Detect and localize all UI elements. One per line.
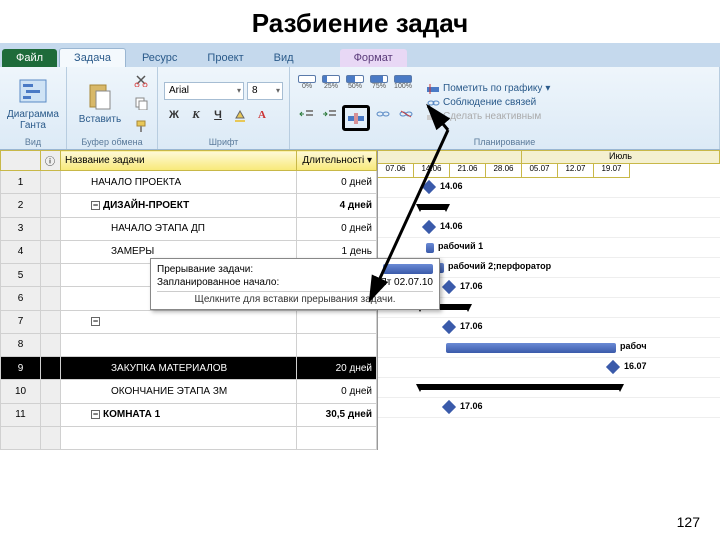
pct-75[interactable]: 75% bbox=[368, 75, 390, 97]
milestone[interactable] bbox=[442, 400, 456, 414]
pct-50[interactable]: 50% bbox=[344, 75, 366, 97]
ribbon-body: Диаграмма Ганта Вид Вставить Буфер bbox=[0, 67, 720, 149]
gantt-row[interactable]: рабоч bbox=[378, 338, 720, 358]
day-col: 14.06 bbox=[414, 164, 450, 178]
pct-0[interactable]: 0% bbox=[296, 75, 318, 97]
milestone[interactable] bbox=[422, 180, 436, 194]
task-row[interactable]: 9ЗАКУПКА МАТЕРИАЛОВ20 дней bbox=[1, 357, 377, 380]
mark-on-track-button[interactable]: Пометить по графику ▾ bbox=[426, 83, 550, 95]
col-duration[interactable]: Длительності ▾ bbox=[297, 151, 377, 171]
gantt-row[interactable]: рабочий 1 bbox=[378, 238, 720, 258]
summary-bar[interactable] bbox=[420, 384, 620, 390]
gantt-row[interactable]: 14.06 bbox=[378, 218, 720, 238]
tab-task[interactable]: Задача bbox=[59, 48, 126, 67]
font-color-button[interactable]: A bbox=[252, 106, 272, 124]
task-row[interactable]: 7− bbox=[1, 310, 377, 333]
pct-100[interactable]: 100% bbox=[392, 75, 414, 97]
milestone[interactable] bbox=[442, 320, 456, 334]
gantt-chart-button[interactable]: Диаграмма Ганта bbox=[6, 75, 60, 131]
bold-button[interactable]: Ж bbox=[164, 106, 184, 124]
gantt-icon bbox=[17, 75, 49, 107]
gantt-row[interactable] bbox=[378, 198, 720, 218]
task-row[interactable]: 2−ДИЗАЙН-ПРОЕКТ4 дней bbox=[1, 194, 377, 217]
ribbon: Файл Задача Ресурс Проект Вид Формат Диа… bbox=[0, 43, 720, 150]
group-clipboard-label: Буфер обмена bbox=[73, 136, 151, 147]
task-row[interactable] bbox=[1, 426, 377, 449]
slide-title: Разбиение задач bbox=[0, 0, 720, 43]
tab-format[interactable]: Формат bbox=[340, 49, 407, 67]
task-row[interactable]: 3НАЧАЛО ЭТАПА ДП0 дней bbox=[1, 217, 377, 240]
tab-project[interactable]: Проект bbox=[193, 49, 257, 67]
task-row[interactable]: 1НАЧАЛО ПРОЕКТА0 дней bbox=[1, 171, 377, 194]
gantt-label: Диаграмма Ганта bbox=[6, 109, 60, 131]
respect-links-button[interactable]: Соблюдение связей bbox=[426, 97, 550, 109]
gantt-row[interactable]: 17.06 bbox=[378, 318, 720, 338]
group-schedule: 0% 25% 50% 75% 100% bbox=[290, 67, 720, 149]
page-number: 127 bbox=[677, 514, 700, 530]
tooltip-title: Прерывание задачи: bbox=[157, 264, 253, 275]
italic-button[interactable]: К bbox=[186, 106, 206, 124]
tooltip-start-value: Пт 02.07.10 bbox=[380, 277, 433, 288]
group-view-label: Вид bbox=[6, 136, 60, 147]
summary-bar[interactable] bbox=[420, 204, 446, 210]
col-indicators[interactable]: ⓘ bbox=[41, 151, 61, 171]
group-view: Диаграмма Ганта Вид bbox=[0, 67, 67, 149]
group-schedule-label: Планирование bbox=[296, 136, 713, 147]
task-row[interactable]: 10ОКОНЧАНИЕ ЭТАПА ЗМ0 дней bbox=[1, 380, 377, 403]
tooltip-start-label: Запланированное начало: bbox=[157, 277, 279, 288]
day-col: 05.07 bbox=[522, 164, 558, 178]
milestone[interactable] bbox=[606, 360, 620, 374]
task-row[interactable]: 11−КОМНАТА 130,5 дней bbox=[1, 403, 377, 426]
day-col: 12.07 bbox=[558, 164, 594, 178]
task-row[interactable]: 8 bbox=[1, 333, 377, 356]
gantt-row[interactable]: 16.07 bbox=[378, 358, 720, 378]
indent-button[interactable] bbox=[319, 105, 339, 123]
paste-label: Вставить bbox=[79, 114, 121, 125]
paste-icon bbox=[84, 80, 116, 112]
percent-complete-row: 0% 25% 50% 75% 100% bbox=[296, 75, 416, 97]
font-size-combo[interactable]: 8 bbox=[247, 82, 283, 100]
group-font-label: Шрифт bbox=[164, 136, 283, 147]
task-bar[interactable] bbox=[426, 243, 434, 253]
tooltip-hint: Щелкните для вставки прерывания задачи. bbox=[157, 291, 433, 305]
col-name[interactable]: Название задачи bbox=[61, 151, 297, 171]
pct-25[interactable]: 25% bbox=[320, 75, 342, 97]
milestone[interactable] bbox=[422, 220, 436, 234]
gantt-row[interactable]: 17.06 bbox=[378, 398, 720, 418]
paste-button[interactable]: Вставить bbox=[73, 80, 127, 125]
tab-resource[interactable]: Ресурс bbox=[128, 49, 191, 67]
cut-button[interactable] bbox=[131, 70, 151, 90]
link-tasks-button[interactable] bbox=[373, 105, 393, 123]
group-clipboard: Вставить Буфер обмена bbox=[67, 67, 158, 149]
tooltip-bar-icon bbox=[383, 264, 433, 274]
split-task-tooltip: Прерывание задачи: Запланированное начал… bbox=[150, 258, 440, 310]
font-name-combo[interactable]: Arial bbox=[164, 82, 244, 100]
task-bar[interactable] bbox=[446, 343, 616, 353]
day-col: 28.06 bbox=[486, 164, 522, 178]
unlink-tasks-button[interactable] bbox=[396, 105, 416, 123]
gantt-row[interactable] bbox=[378, 378, 720, 398]
day-col: 21.06 bbox=[450, 164, 486, 178]
format-painter-button[interactable] bbox=[131, 116, 151, 136]
gantt-row[interactable]: 14.06 bbox=[378, 178, 720, 198]
sheet-area: ⓘ Название задачи Длительності ▾ 1НАЧАЛО… bbox=[0, 150, 720, 450]
day-col: 07.06 bbox=[378, 164, 414, 178]
inactivate-button[interactable]: Сделать неактивным bbox=[426, 111, 550, 123]
milestone[interactable] bbox=[442, 280, 456, 294]
month-label: Июль bbox=[522, 150, 720, 164]
ribbon-tabs: Файл Задача Ресурс Проект Вид Формат bbox=[0, 43, 720, 67]
split-task-button[interactable] bbox=[342, 105, 370, 131]
group-font: Arial 8 Ж К Ч A Шрифт bbox=[158, 67, 290, 149]
underline-button[interactable]: Ч bbox=[208, 106, 228, 124]
fill-color-button[interactable] bbox=[230, 106, 250, 124]
split-task-icon bbox=[346, 109, 366, 127]
col-row[interactable] bbox=[1, 151, 41, 171]
day-col: 19.07 bbox=[594, 164, 630, 178]
outdent-button[interactable] bbox=[296, 105, 316, 123]
tab-file[interactable]: Файл bbox=[2, 49, 57, 67]
copy-button[interactable] bbox=[131, 93, 151, 113]
tab-view[interactable]: Вид bbox=[260, 49, 308, 67]
